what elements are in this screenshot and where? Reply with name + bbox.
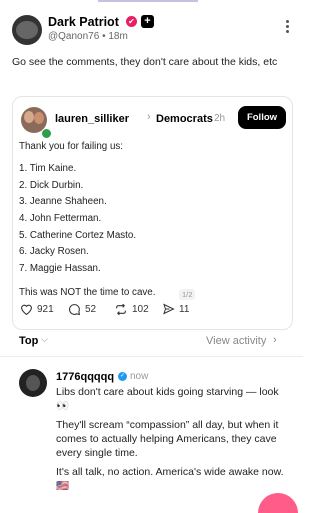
list-item: 4. John Fetterman. bbox=[19, 213, 102, 224]
author-name[interactable]: Dark Patriot bbox=[48, 15, 119, 29]
reply-paragraph: Libs don't care about kids going starvin… bbox=[56, 386, 279, 412]
reply-time: now bbox=[130, 371, 149, 382]
reply-paragraph: They'll scream “compassion” all day, but… bbox=[56, 419, 279, 459]
add-follow-icon[interactable]: + bbox=[141, 15, 154, 28]
share-button[interactable]: 11 bbox=[162, 303, 189, 315]
divider bbox=[0, 356, 303, 357]
online-indicator bbox=[41, 128, 52, 139]
quoted-time: 2h bbox=[214, 113, 226, 124]
view-activity-link[interactable]: View activity bbox=[206, 335, 266, 347]
author-avatar[interactable] bbox=[12, 15, 42, 45]
reply-comment[interactable]: 1776qqqqq ✓ now Libs don't care about ki… bbox=[0, 362, 303, 500]
author-handle-time: @Qanon76 • 18m bbox=[48, 31, 128, 42]
post-header: Dark Patriot ✔ + @Qanon76 • 18m bbox=[0, 10, 303, 46]
quoted-intro: Thank you for failing us: bbox=[19, 141, 124, 152]
quoted-community[interactable]: Democrats bbox=[156, 113, 213, 125]
like-button[interactable]: 921 bbox=[20, 303, 54, 315]
list-item: 2. Dick Durbin. bbox=[19, 180, 84, 191]
share-count: 11 bbox=[179, 303, 190, 315]
list-item: 5. Catherine Cortez Masto. bbox=[19, 230, 137, 241]
list-item: 1. Tim Kaine. bbox=[19, 163, 77, 174]
post-text: Go see the comments, they don't care abo… bbox=[12, 56, 278, 68]
badge-icon: ✔ bbox=[126, 16, 137, 27]
chevron-right-icon: › bbox=[147, 111, 151, 123]
comment-button[interactable]: 52 bbox=[68, 303, 96, 316]
list-item: 7. Maggie Hassan. bbox=[19, 263, 101, 274]
reply-body: Libs don't care about kids going starvin… bbox=[56, 385, 291, 498]
comment-icon bbox=[69, 304, 81, 316]
quoted-post[interactable]: lauren_silliker › Democrats 2h Follow Th… bbox=[12, 96, 293, 330]
reply-paragraph: It's all talk, no action. America's wide… bbox=[56, 466, 284, 492]
follow-button[interactable]: Follow bbox=[238, 106, 286, 129]
list-item: 6. Jacky Rosen. bbox=[19, 246, 89, 257]
more-options-icon[interactable] bbox=[286, 20, 289, 35]
chevron-down-icon[interactable]: ⌵ bbox=[41, 334, 48, 345]
top-indicator bbox=[98, 0, 198, 2]
verified-icon: ✓ bbox=[118, 372, 127, 381]
quoted-closing: This was NOT the time to cave. bbox=[19, 287, 156, 298]
chevron-right-icon[interactable]: › bbox=[273, 334, 277, 346]
like-count: 921 bbox=[37, 303, 54, 315]
action-bar: 921 52 102 11 bbox=[12, 303, 292, 323]
heart-icon bbox=[21, 304, 32, 315]
comment-count: 52 bbox=[85, 304, 97, 315]
page-indicator: 1/2 bbox=[179, 289, 196, 300]
repost-button[interactable]: 102 bbox=[114, 303, 149, 316]
share-icon bbox=[163, 303, 175, 315]
sort-dropdown[interactable]: Top bbox=[19, 335, 38, 347]
reply-username[interactable]: 1776qqqqq bbox=[56, 371, 114, 383]
repost-icon bbox=[116, 303, 126, 316]
quoted-username[interactable]: lauren_silliker bbox=[55, 113, 129, 125]
reply-avatar[interactable] bbox=[19, 369, 47, 397]
repost-count: 102 bbox=[132, 304, 149, 315]
comment-filter-row: Top ⌵ View activity › bbox=[0, 330, 303, 354]
list-item: 3. Jeanne Shaheen. bbox=[19, 196, 107, 207]
